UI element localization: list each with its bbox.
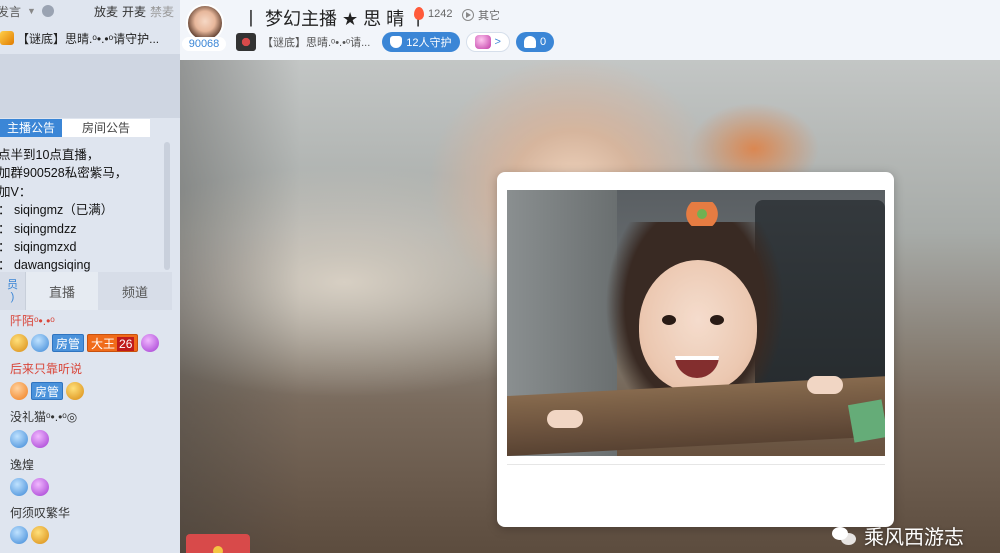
room-manager-tag: 房管 xyxy=(52,334,85,352)
other-button[interactable]: 其它 xyxy=(462,7,500,23)
tab-members[interactable]: 员) xyxy=(0,272,26,310)
channel-banner[interactable]: 【谜底】思晴.ᵒ•.•ᵒ请守护... xyxy=(0,22,180,54)
header-info-row: 【谜底】思晴.ᵒ•.•ᵒ请... 12人守护 > 0 xyxy=(236,32,555,52)
room-manager-tag: 房管 xyxy=(31,382,64,400)
member-name: 逸煌 xyxy=(10,458,35,472)
vip-badge-icon xyxy=(31,430,49,448)
victory-icon xyxy=(0,31,14,45)
room-header: 90068 丨 梦幻主播 ★ 思 晴 丨 1242 其它 【谜底】思晴.ᵒ•.•… xyxy=(180,0,1000,60)
member-badges xyxy=(10,426,170,452)
vip-badge-icon xyxy=(141,334,160,352)
room-id-badge: 90068 xyxy=(182,37,226,51)
speak-mode-label[interactable]: 发言 xyxy=(0,3,21,20)
king-level-tag: 大王 26 xyxy=(87,334,139,352)
channel-banner-text: 【谜底】思晴.ᵒ•.•ᵒ请守护... xyxy=(17,31,160,46)
other-label: 其它 xyxy=(478,10,500,22)
vip-badge-icon xyxy=(31,478,49,496)
red-packet-icon[interactable] xyxy=(186,534,250,553)
popularity: 1242 xyxy=(414,7,452,20)
list-item[interactable]: 没礼猫ᵒ•.•ᵒ◎ xyxy=(10,408,170,452)
noble-badge-icon xyxy=(10,382,28,400)
list-item[interactable]: 何须叹繁华 xyxy=(10,504,170,548)
stage-shadow xyxy=(180,60,300,553)
fan-badge-icon xyxy=(10,526,28,544)
vip-button[interactable]: > xyxy=(465,32,510,52)
play-icon xyxy=(462,9,474,21)
chevron-down-icon[interactable]: ▼ xyxy=(27,6,36,16)
member-badges: 房管 xyxy=(10,378,170,404)
list-item[interactable]: 阡陌ᵒ•.•ᵒ 房管 大王 26 xyxy=(10,312,170,356)
notice-tabs: 主播公告 房间公告 xyxy=(0,119,150,137)
watermark: 乘风西游志 xyxy=(832,521,964,550)
photo-card xyxy=(497,172,894,527)
notice-line: 加V： xyxy=(0,184,32,199)
video-stage[interactable] xyxy=(180,60,1000,553)
flame-icon xyxy=(414,7,424,20)
fan-badge-icon xyxy=(10,430,28,448)
shield-icon xyxy=(390,36,403,48)
fan-badge-icon xyxy=(31,334,49,352)
guild-icon[interactable] xyxy=(236,33,256,51)
notice-line: 加群900528私密紫马， xyxy=(0,166,128,181)
notice-line: ： siqingmz（已满） xyxy=(0,203,114,218)
notice-content: 点半到10点直播， 加群900528私密紫马， 加V： ： siqingmz（已… xyxy=(0,146,174,275)
member-tabs: 员) 直播 频道 xyxy=(0,272,172,310)
person-icon xyxy=(523,36,536,48)
member-name: 没礼猫ᵒ•.•ᵒ◎ xyxy=(10,410,78,424)
notice-line: 点半到10点直播， xyxy=(0,148,100,162)
list-item[interactable]: 后来只靠听说 房管 xyxy=(10,360,170,404)
noble-badge-icon xyxy=(10,334,28,352)
ban-mic-button[interactable]: 禁麦 xyxy=(150,3,174,20)
left-sidebar: 发言 ▼ 放麦 开麦 禁麦 【谜底】思晴.ᵒ•.•ᵒ请守护... 主播公告 房间… xyxy=(0,0,180,553)
popularity-count: 1242 xyxy=(428,7,453,20)
tab-room-notice[interactable]: 房间公告 xyxy=(62,119,150,137)
member-name: 阡陌ᵒ•.•ᵒ xyxy=(10,314,55,328)
release-mic-button[interactable]: 放麦 xyxy=(94,3,118,20)
hair-bow xyxy=(679,202,725,226)
divider xyxy=(507,464,885,465)
list-item[interactable]: 逸煌 xyxy=(10,456,170,500)
notice-line: ： siqingmdzz xyxy=(0,221,77,236)
sidebar-blank-panel xyxy=(0,54,180,118)
fan-badge-icon xyxy=(10,478,28,496)
gift-badge-icon xyxy=(31,526,49,544)
tab-anchor-notice[interactable]: 主播公告 xyxy=(0,119,62,137)
vip-arrow: > xyxy=(494,36,501,48)
crown-icon xyxy=(474,35,491,49)
member-name: 后来只靠听说 xyxy=(10,362,83,376)
tab-live[interactable]: 直播 xyxy=(26,272,98,310)
guard-button[interactable]: 12人守护 xyxy=(382,32,460,52)
fans-count: 0 xyxy=(539,36,547,48)
wechat-icon xyxy=(832,525,858,547)
streamer-photo xyxy=(507,190,885,456)
member-list: 阡陌ᵒ•.•ᵒ 房管 大王 26 后来只靠听说 房管 没礼猫ᵒ•.•ᵒ◎ 逸煌 … xyxy=(10,312,170,552)
member-badges: 房管 大王 26 xyxy=(10,330,170,356)
room-title: 丨 梦幻主播 ★ 思 晴 丨 xyxy=(242,9,428,29)
member-badges xyxy=(10,474,170,500)
notice-line: ： siqingmzxd xyxy=(0,240,77,255)
gift-badge-icon xyxy=(66,382,85,400)
guild-name[interactable]: 【谜底】思晴.ᵒ•.•ᵒ请... xyxy=(262,34,370,50)
fans-button[interactable]: 0 xyxy=(515,32,555,52)
sidebar-toolbar: 发言 ▼ 放麦 开麦 禁麦 xyxy=(0,0,180,22)
member-name: 何须叹繁华 xyxy=(10,506,71,520)
tab-channel[interactable]: 频道 xyxy=(98,272,172,310)
guard-label: 12人守护 xyxy=(406,37,452,49)
watermark-text: 乘风西游志 xyxy=(864,527,964,549)
mic-user-icon[interactable] xyxy=(41,5,54,17)
member-badges xyxy=(10,522,170,548)
notice-scrollbar[interactable] xyxy=(164,142,170,270)
open-mic-button[interactable]: 开麦 xyxy=(122,3,146,20)
